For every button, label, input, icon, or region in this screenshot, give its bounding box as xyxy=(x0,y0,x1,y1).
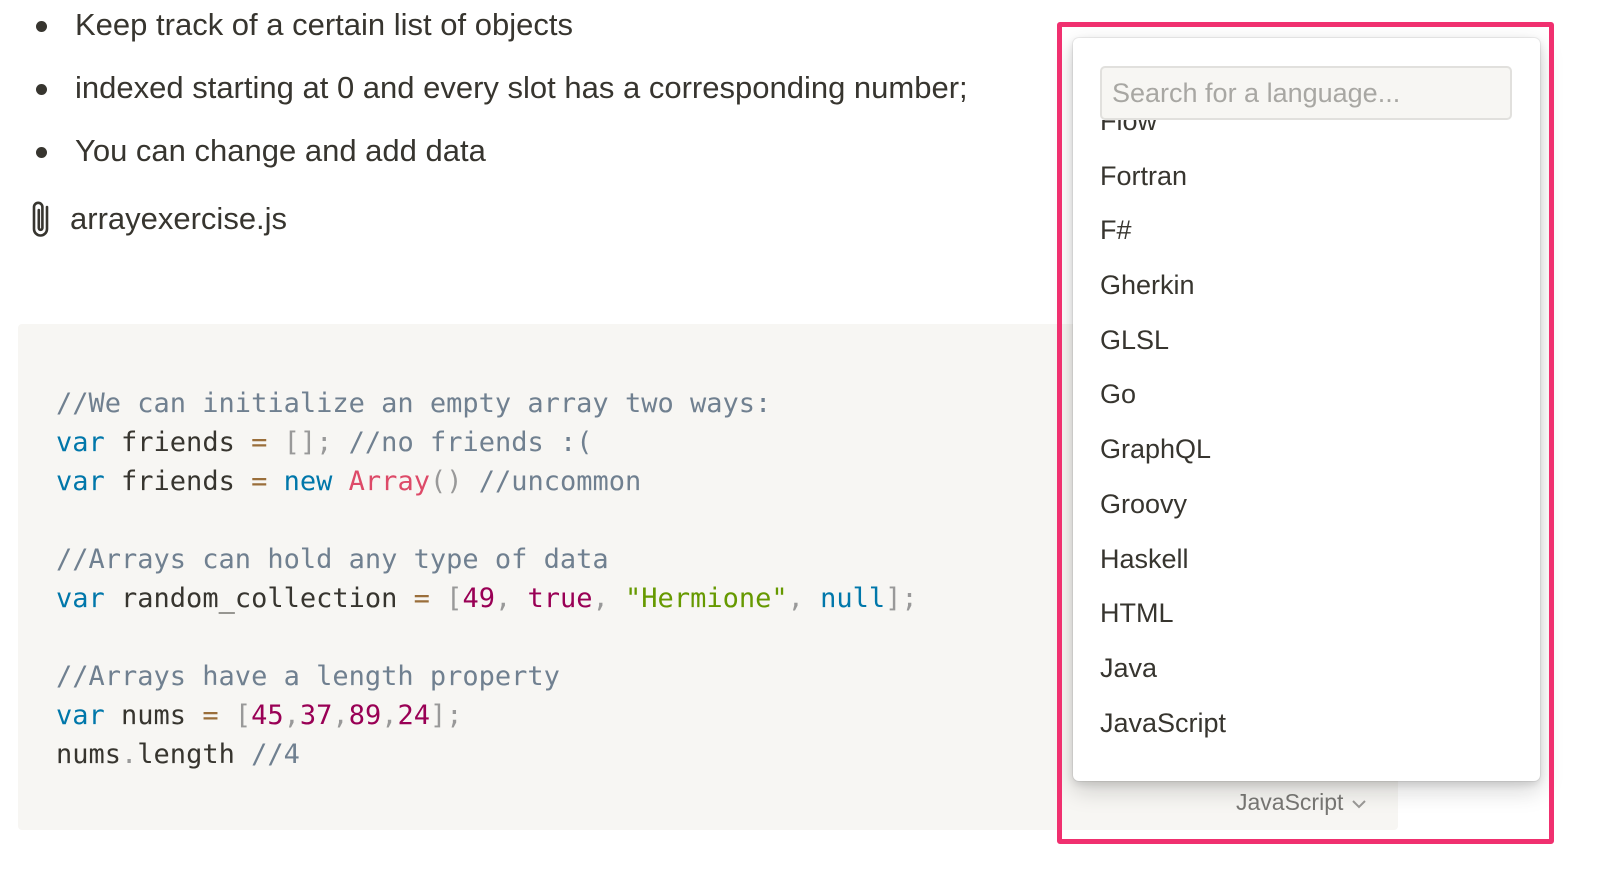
code-token: nums xyxy=(104,700,203,731)
code-token: Array xyxy=(348,466,430,497)
code-token: = xyxy=(251,466,268,497)
code-token: [ xyxy=(446,583,463,614)
code-line: var random_collection = [49, true, "Herm… xyxy=(56,579,918,618)
code-token: 89 xyxy=(348,700,382,731)
code-token: //4 xyxy=(251,739,300,770)
code-token: ]; xyxy=(429,700,463,731)
code-token: //Arrays can hold any type of data xyxy=(56,544,609,575)
file-name: arrayexercise.js xyxy=(70,201,288,236)
paperclip-icon xyxy=(26,197,56,241)
code-token: var xyxy=(56,466,105,497)
code-line: var nums = [45,37,89,24]; xyxy=(56,696,918,735)
language-option-java[interactable]: Java xyxy=(1073,641,1540,696)
language-select-label: JavaScript xyxy=(1236,788,1344,815)
bullet-icon xyxy=(36,147,47,158)
language-option-gherkin[interactable]: Gherkin xyxy=(1073,258,1540,313)
page: Keep track of a certain list of objects … xyxy=(0,0,1608,888)
code-token: 37 xyxy=(299,700,333,731)
code-line: nums.length //4 xyxy=(56,735,918,774)
code-token: 45 xyxy=(251,700,284,731)
code-token: . xyxy=(121,739,138,770)
language-option-flow[interactable]: Flow xyxy=(1073,120,1540,149)
code-token: 49 xyxy=(462,583,495,614)
code-token: var xyxy=(56,700,105,731)
language-option-groovy[interactable]: Groovy xyxy=(1073,477,1540,532)
code-token: , xyxy=(787,583,804,614)
language-search-input[interactable] xyxy=(1100,66,1512,120)
language-option-fortran[interactable]: Fortran xyxy=(1073,149,1540,204)
code-token: , xyxy=(283,700,300,731)
code-token: 24 xyxy=(397,700,430,731)
file-attachment[interactable]: arrayexercise.js xyxy=(26,194,287,244)
code-token: = xyxy=(251,427,268,458)
language-list[interactable]: Flow Fortran F# Gherkin GLSL Go GraphQL Groovy H… xyxy=(1073,120,1540,781)
language-dropdown: FlowFortranF#GherkinGLSLGoGraphQLGroovyH… xyxy=(1073,38,1540,781)
code-token: () xyxy=(429,466,463,497)
language-option-javascript[interactable]: JavaScript xyxy=(1073,696,1540,751)
code-token: "Hermione" xyxy=(625,583,788,614)
language-list-items: Flow Fortran F# Gherkin GLSL Go GraphQL Groovy H… xyxy=(1073,120,1540,750)
code-token: friends xyxy=(104,466,252,497)
code-token: var xyxy=(56,427,105,458)
code-line: //Arrays have a length property xyxy=(56,657,918,696)
code-token: length xyxy=(137,739,252,770)
code-line: //Arrays can hold any type of data xyxy=(56,540,918,579)
code-token: //We can initialize an empty array two w… xyxy=(56,388,772,419)
code-line: var friends = new Array() //uncommon xyxy=(56,462,918,501)
language-option-html[interactable]: HTML xyxy=(1073,586,1540,641)
chevron-down-icon xyxy=(1343,789,1367,816)
language-option-graphql[interactable]: GraphQL xyxy=(1073,422,1540,477)
code-token: var xyxy=(56,583,105,614)
code-token: , xyxy=(332,700,349,731)
language-option-go[interactable]: Go xyxy=(1073,367,1540,422)
bulleted-list: Keep track of a certain list of objects … xyxy=(36,0,1056,189)
code-token: = xyxy=(202,700,219,731)
list-item: You can change and add data xyxy=(36,126,1056,189)
code-token: new xyxy=(283,466,333,497)
bullet-icon xyxy=(36,84,47,95)
code-token: //uncommon xyxy=(478,466,642,497)
code-token: random_collection xyxy=(104,583,414,614)
code-token: = xyxy=(413,583,430,614)
code-token: , xyxy=(494,583,512,614)
code-token: true xyxy=(527,583,593,614)
language-select-button[interactable]: JavaScript xyxy=(1236,786,1367,818)
language-option-haskell[interactable]: Haskell xyxy=(1073,532,1540,587)
code-content[interactable]: //We can initialize an empty array two w… xyxy=(56,384,918,774)
code-token: null xyxy=(820,583,886,614)
code-line: //We can initialize an empty array two w… xyxy=(56,384,918,423)
list-item: Keep track of a certain list of objects xyxy=(36,0,1056,63)
code-line: var friends = []; //no friends :( xyxy=(56,423,918,462)
code-token: , xyxy=(592,583,609,614)
code-token: []; xyxy=(283,427,333,458)
language-option-f[interactable]: F# xyxy=(1073,203,1540,258)
list-item-text: indexed starting at 0 and every slot has… xyxy=(75,70,968,105)
code-token: ]; xyxy=(885,583,918,614)
code-token: //Arrays have a length property xyxy=(56,661,560,692)
list-item: indexed starting at 0 and every slot has… xyxy=(36,63,1056,126)
code-token: , xyxy=(381,700,398,731)
code-token: nums xyxy=(56,739,122,770)
language-option-glsl[interactable]: GLSL xyxy=(1073,313,1540,368)
code-token: friends xyxy=(104,427,252,458)
code-token: //no friends :( xyxy=(348,427,593,458)
list-item-text: Keep track of a certain list of objects xyxy=(75,7,573,42)
bullet-icon xyxy=(36,21,47,32)
list-item-text: You can change and add data xyxy=(75,133,486,168)
code-token: [ xyxy=(234,700,252,731)
